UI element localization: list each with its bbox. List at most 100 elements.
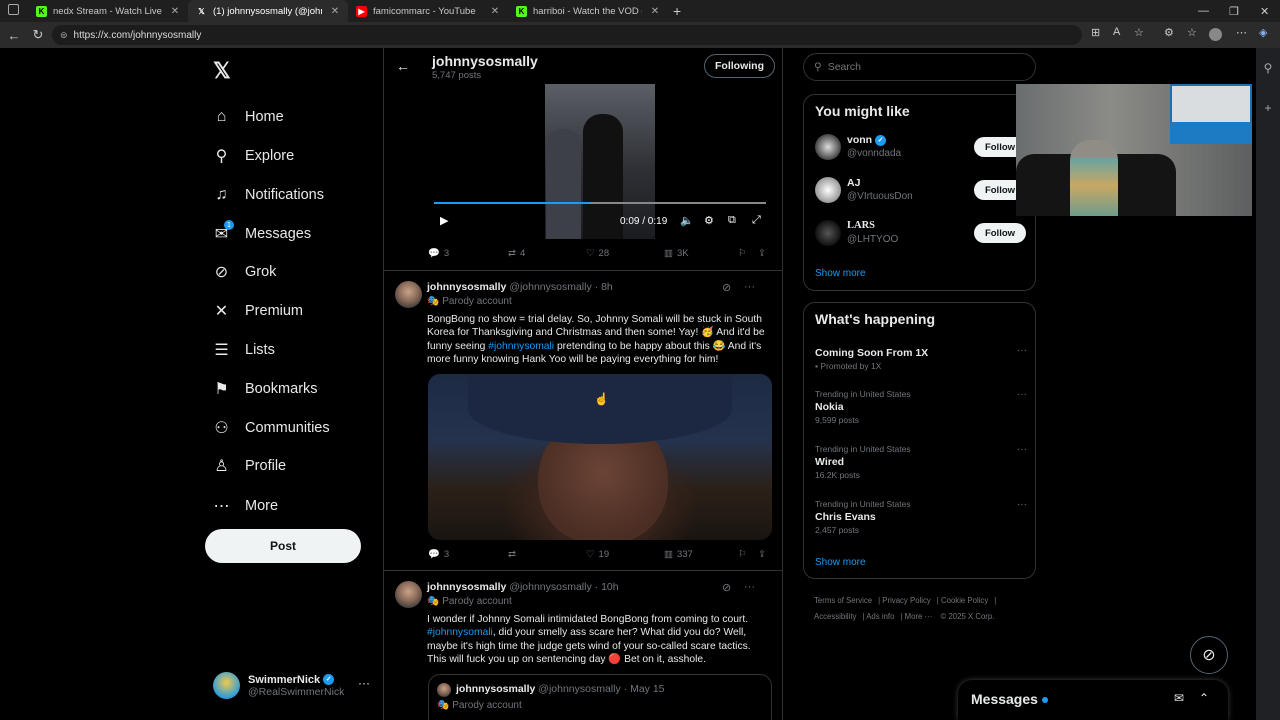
suggestion-handle[interactable]: @VIrtuousDon [847,191,913,202]
suggestion-row[interactable]: AJ @VIrtuousDon Follow [815,177,1030,207]
read-aloud-icon[interactable]: A [1113,26,1120,38]
extensions-icon[interactable]: ⚙ [1164,26,1174,39]
author-name[interactable]: johnnysosmally [427,281,506,293]
avatar[interactable] [815,134,841,160]
avatar[interactable] [395,281,422,308]
url-field[interactable]: ⊜ https://x.com/johnnysosmally [52,25,1082,45]
more-dots-icon[interactable]: ··· [1017,499,1027,510]
more-dots-icon[interactable]: ··· [744,281,755,293]
like-button[interactable]: ♡ 28 [586,248,664,259]
avatar[interactable] [815,177,841,203]
suggestion-row[interactable]: vonn ✓ @vonndada Follow [815,134,1030,164]
tweet-time[interactable]: · 8h [595,281,613,293]
reply-button[interactable]: 💬 3 [428,248,508,259]
hashtag-link[interactable]: #johnnysomali [488,341,554,352]
app-icon[interactable]: ⊞ [1091,26,1100,39]
account-switcher[interactable]: SwimmerNick ✓ @RealSwimmerNick ··· [213,672,370,699]
more-dots-icon[interactable]: ··· [358,676,370,690]
suggestion-name[interactable]: LARS [847,220,875,231]
show-more-link[interactable]: Show more [815,268,866,279]
trend-item[interactable]: Coming Soon From 1X ▪ Promoted by 1X ··· [815,345,1030,371]
avatar[interactable] [815,220,841,246]
back-icon[interactable]: ← [2,28,26,43]
nav-item-premium[interactable]: ✕ Premium [212,301,303,320]
footer-link[interactable]: Accessibility [814,612,856,621]
tweet[interactable]: johnnysosmally @johnnysosmally · 8h ··· … [384,270,782,571]
search-input[interactable] [827,61,1018,73]
fullscreen-icon[interactable]: ⤢ [752,214,761,227]
footer-link[interactable]: Ads info [866,612,894,621]
search-icon[interactable]: ⚲ [1256,48,1280,88]
grok-fab-button[interactable]: ⊘ [1190,636,1228,674]
star-icon[interactable]: ☆ [1134,26,1144,39]
close-icon[interactable]: ✕ [328,6,342,17]
restore-icon[interactable]: ❐ [1229,0,1239,22]
avatar[interactable] [395,581,422,608]
settings-icon[interactable]: ⚙ [704,214,714,227]
back-arrow-icon[interactable]: ← [396,58,410,74]
close-icon[interactable]: ✕ [168,6,182,17]
new-tab-button[interactable]: + [673,0,681,22]
nav-item-notifications[interactable]: ♫ Notifications [212,185,324,204]
nav-item-bookmarks[interactable]: ⚑ Bookmarks [212,379,317,398]
grok-explain-icon[interactable]: ⊘ [722,581,731,594]
messages-drawer[interactable]: Messages ✉ ⌃ [958,680,1228,720]
picture-in-picture-icon[interactable]: ⧉ [728,214,736,227]
nav-item-profile[interactable]: ♙ Profile [212,456,286,475]
more-dots-icon[interactable]: ··· [1017,345,1027,356]
trend-item[interactable]: Trending in United States Nokia 9,599 po… [815,389,1030,425]
close-icon[interactable]: ✕ [648,6,662,17]
post-button[interactable]: Post [205,529,361,563]
suggestion-row[interactable]: LARS @LHTYOO Follow [815,220,1030,250]
expand-icon[interactable]: ⌃ [1199,691,1209,705]
new-message-icon[interactable]: ✉ [1174,691,1184,705]
close-icon[interactable]: ✕ [488,6,502,17]
show-more-link[interactable]: Show more [815,557,866,568]
nav-item-messages[interactable]: 1 ✉ Messages [212,220,311,243]
add-icon[interactable]: + [1256,88,1280,128]
nav-item-grok[interactable]: ⊘ Grok [212,262,277,281]
site-info-icon[interactable]: ⊜ [60,30,68,41]
nav-item-communities[interactable]: ⚇ Communities [212,418,329,437]
footer-link[interactable]: Privacy Policy [882,596,931,605]
more-dots-icon[interactable]: ··· [1017,389,1027,400]
copilot-icon[interactable]: ◈ [1259,26,1267,39]
tweet[interactable]: johnnysosmally @johnnysosmally · 10h ···… [384,570,782,720]
tab-kick-harriboi[interactable]: K harriboi - Watch the VOD on Kick ✕ [508,0,668,22]
tab-actions-icon[interactable] [8,4,19,15]
nav-item-home[interactable]: ⌂ Home [212,107,284,126]
like-button[interactable]: ♡ 19 [586,549,664,560]
reply-button[interactable]: 💬 3 [428,549,508,560]
more-dots-icon[interactable]: ··· [744,581,755,593]
suggestion-handle[interactable]: @LHTYOO [847,234,898,245]
author-name[interactable]: johnnysosmally [427,581,506,593]
share-button[interactable]: ⇪ [758,549,766,560]
bookmark-button[interactable]: ⚐ [738,549,758,560]
tab-kick-nedx[interactable]: K nedx Stream - Watch Live o ✕ [28,0,188,22]
nav-item-more[interactable]: ⋯ More [212,496,279,515]
share-button[interactable]: ⇪ [758,248,766,259]
author-handle[interactable]: @johnnysosmally [509,581,591,593]
nav-item-lists[interactable]: ☰ Lists [212,340,275,359]
repost-button[interactable]: ⇄ 4 [508,248,586,259]
footer-link[interactable]: Cookie Policy [941,596,988,605]
profile-avatar-icon[interactable] [1209,28,1222,41]
nav-item-explore[interactable]: ⚲ Explore [212,146,295,165]
menu-dots-icon[interactable]: ⋯ [1236,26,1247,39]
reload-icon[interactable]: ↻ [26,27,50,43]
minimize-icon[interactable]: — [1198,0,1209,22]
close-window-icon[interactable]: ✕ [1260,0,1269,22]
more-dots-icon[interactable]: ··· [1017,444,1027,455]
footer-link[interactable]: More ··· [905,612,933,621]
footer-link[interactable]: Terms of Service [814,596,872,605]
video-progress-bar[interactable] [434,202,766,204]
trend-item[interactable]: Trending in United States Chris Evans 2,… [815,499,1030,535]
following-button[interactable]: Following [704,54,775,78]
play-icon[interactable]: ▶ [440,214,448,227]
video-player[interactable]: ▶ 0:09 / 0:19 🔈 ⚙ ⧉ ⤢ [428,84,772,239]
search-box[interactable]: ⚲ [803,53,1036,81]
suggestion-handle[interactable]: @vonndada [847,148,901,159]
views-button[interactable]: ▥ 337 [664,549,738,560]
suggestion-name[interactable]: AJ [847,177,860,189]
author-handle[interactable]: @johnnysosmally [509,281,591,293]
